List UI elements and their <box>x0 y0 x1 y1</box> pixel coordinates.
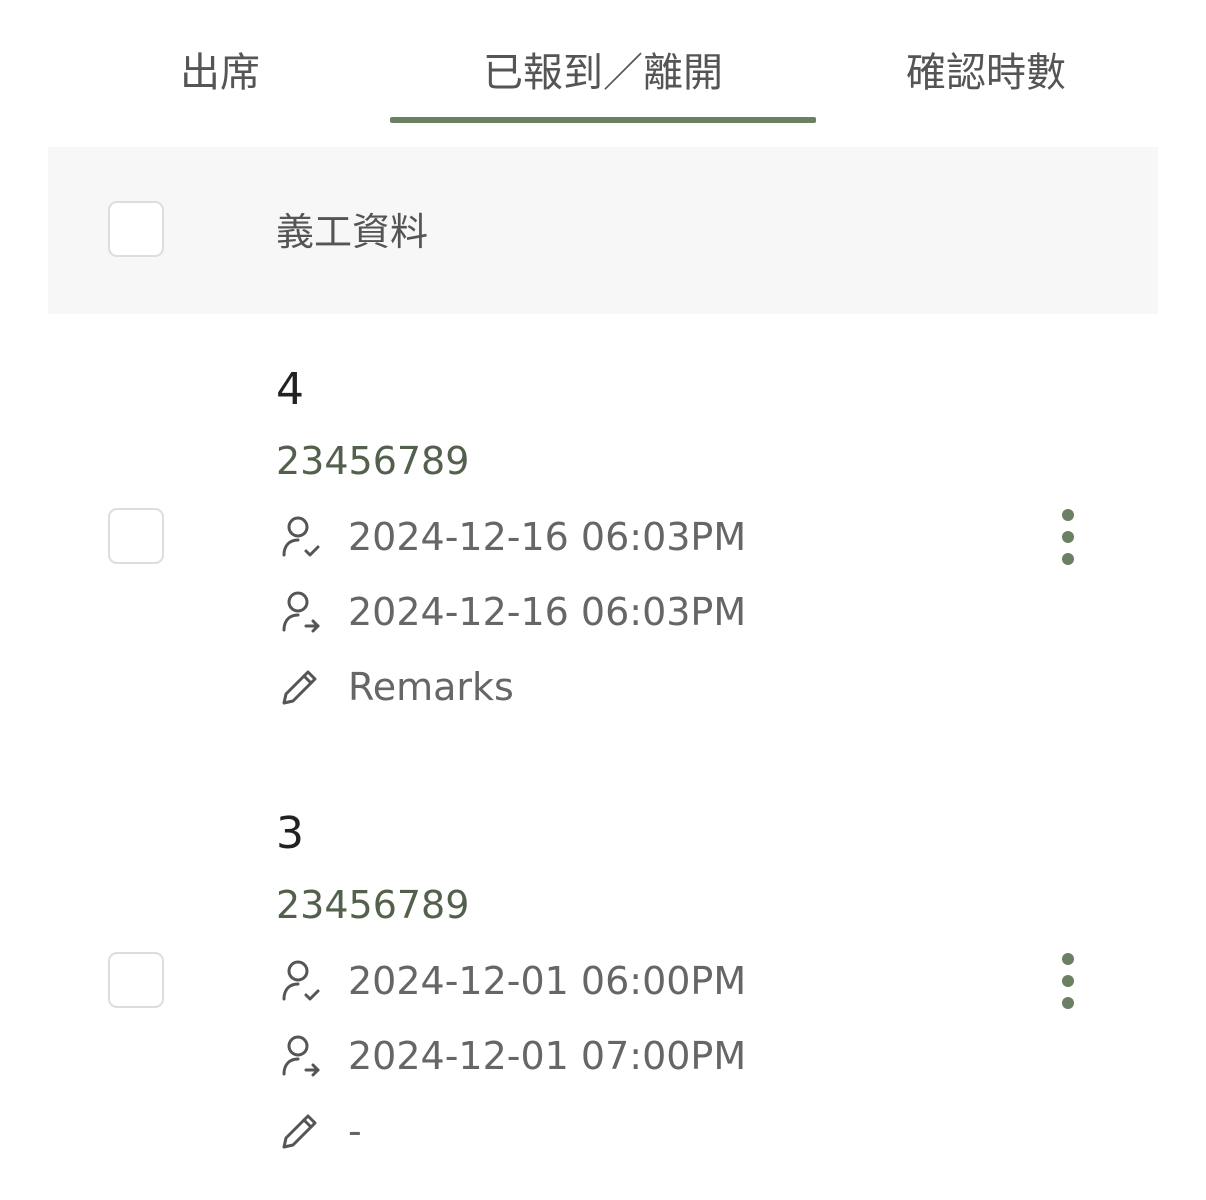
user-leave-icon <box>276 588 324 636</box>
volunteer-phone: 23456789 <box>276 883 470 927</box>
volunteer-phone: 23456789 <box>276 439 470 483</box>
row-checkbox[interactable] <box>108 952 164 1008</box>
volunteer-name: 4 <box>276 364 304 415</box>
check-out-line: 2024-12-16 06:03PM <box>276 587 746 637</box>
pencil-icon <box>276 1107 324 1155</box>
remarks-text: - <box>348 1109 362 1153</box>
check-in-line: 2024-12-16 06:03PM <box>276 512 746 562</box>
tab-checked-in-out[interactable]: 已報到／離開 <box>390 48 816 98</box>
check-in-line: 2024-12-01 06:00PM <box>276 956 746 1006</box>
list-item: 4 23456789 2024-12-16 06:03PM 2024-12-16… <box>0 314 1206 758</box>
volunteer-name: 3 <box>276 808 304 859</box>
check-in-time: 2024-12-01 06:00PM <box>348 959 747 1003</box>
table-header: 義工資料 <box>48 147 1158 314</box>
tab-bar: 出席 已報到／離開 確認時數 <box>0 0 1206 125</box>
pencil-icon <box>276 663 324 711</box>
tab-attendance[interactable]: 出席 <box>120 48 320 98</box>
row-checkbox[interactable] <box>108 508 164 564</box>
select-all-checkbox[interactable] <box>108 201 164 257</box>
remarks-line[interactable]: - <box>276 1106 362 1156</box>
user-leave-icon <box>276 1032 324 1080</box>
check-out-time: 2024-12-01 07:00PM <box>348 1034 747 1078</box>
list-item: 3 23456789 2024-12-01 06:00PM 2024-12-01… <box>0 758 1206 1200</box>
active-tab-indicator <box>390 117 816 123</box>
check-out-time: 2024-12-16 06:03PM <box>348 590 747 634</box>
check-in-time: 2024-12-16 06:03PM <box>348 515 747 559</box>
tab-confirm-hours[interactable]: 確認時數 <box>880 48 1092 98</box>
remarks-line[interactable]: Remarks <box>276 662 514 712</box>
remarks-text: Remarks <box>348 665 514 709</box>
check-out-line: 2024-12-01 07:00PM <box>276 1031 746 1081</box>
more-options-icon[interactable] <box>1050 946 1086 1016</box>
more-options-icon[interactable] <box>1050 502 1086 572</box>
volunteer-info-header: 義工資料 <box>276 210 429 254</box>
user-check-icon <box>276 513 324 561</box>
user-check-icon <box>276 957 324 1005</box>
